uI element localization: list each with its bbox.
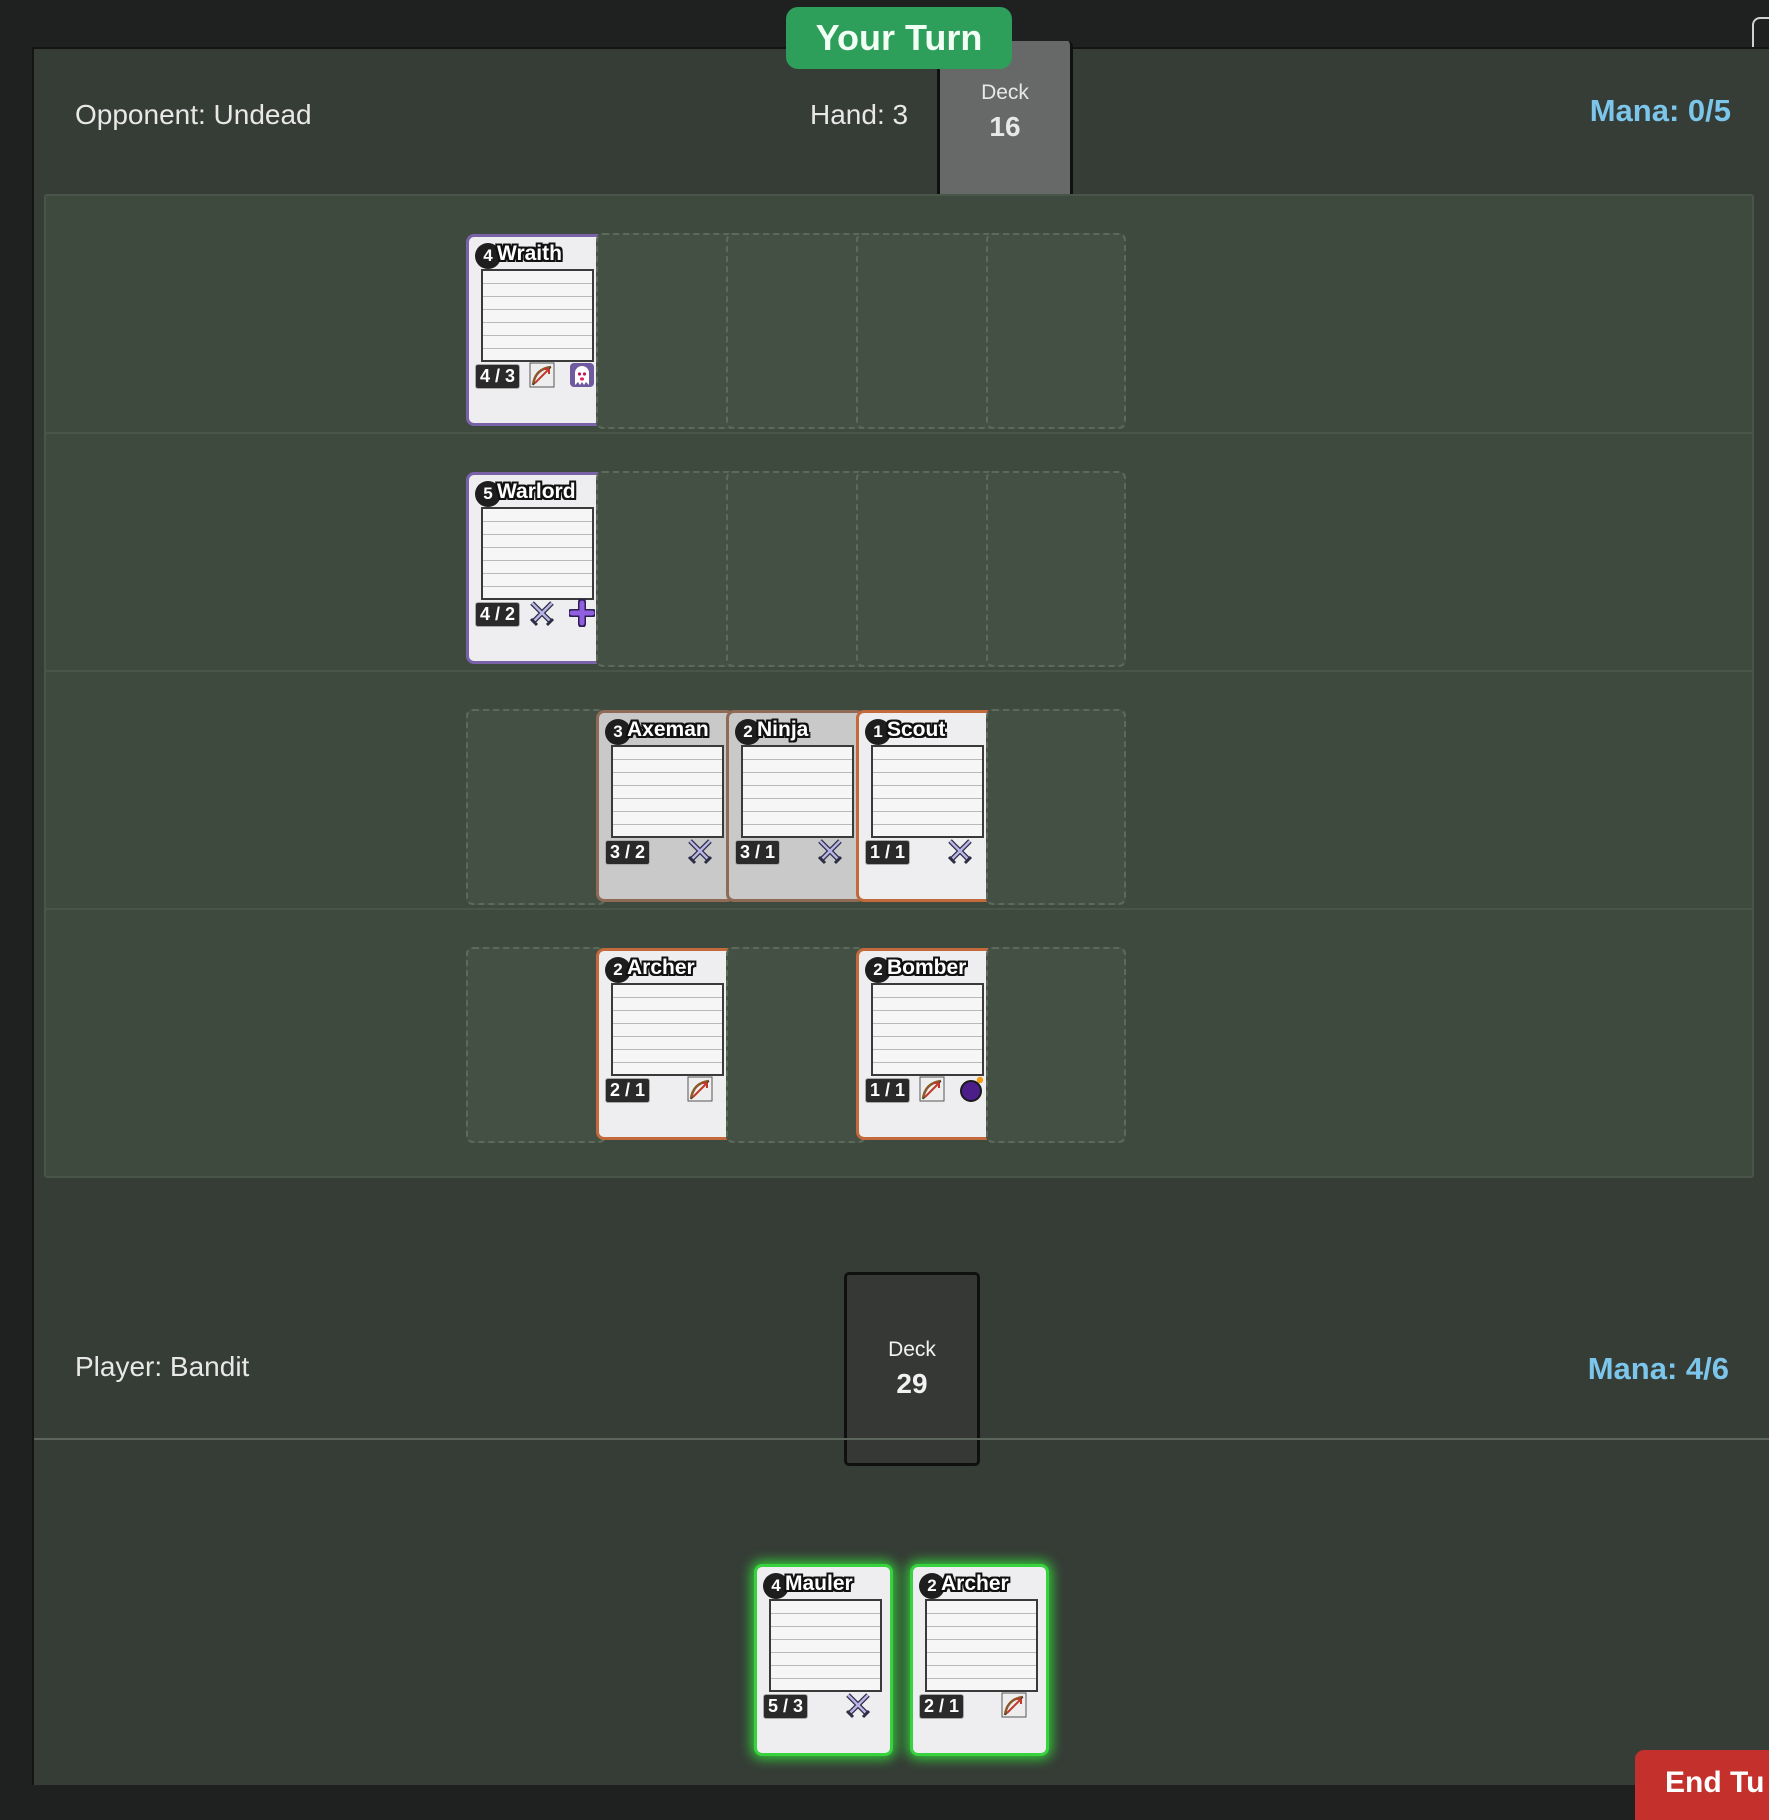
card-name: Archer <box>627 956 695 979</box>
card-name: Mauler <box>785 1572 853 1595</box>
card-name: Warlord <box>497 480 576 503</box>
lane-4: 2 Archer 2 / 1 2 Bomber 1 / 1 <box>44 908 1754 1178</box>
board-card-warlord[interactable]: 5 Warlord 4 / 2 <box>466 472 605 664</box>
empty-card-slot[interactable] <box>596 233 736 429</box>
player-hand: 4 Mauler 5 / 3 2 Archer 2 / 1 <box>34 1439 1769 1787</box>
deck-count: 16 <box>989 111 1021 142</box>
card-art <box>741 745 854 838</box>
card-art <box>611 745 724 838</box>
card-art <box>481 269 594 362</box>
board-card-archer[interactable]: 2 Archer 2 / 1 <box>596 948 735 1140</box>
card-name: Bomber <box>887 956 967 979</box>
player-mana: Mana: 4/6 <box>1587 1351 1729 1386</box>
plus-icon <box>569 599 595 627</box>
battlefield: 4 Wraith 4 / 3 5 Warlord 4 / 2 3 Axeman 3 / 2 2 Ni… <box>44 194 1754 1289</box>
empty-card-slot[interactable] <box>986 471 1126 667</box>
attack-health-stats: 1 / 1 <box>865 1078 911 1103</box>
card-art <box>925 1599 1038 1692</box>
card-art <box>769 1599 882 1692</box>
swords-icon <box>529 599 555 627</box>
attack-health-stats: 2 / 1 <box>919 1694 965 1719</box>
swords-icon <box>817 837 843 865</box>
board-card-scout[interactable]: 1 Scout 1 / 1 <box>856 710 995 902</box>
empty-card-slot[interactable] <box>466 709 606 905</box>
board-card-wraith[interactable]: 4 Wraith 4 / 3 <box>466 234 605 426</box>
empty-card-slot[interactable] <box>986 947 1126 1143</box>
attack-health-stats: 3 / 1 <box>735 840 781 865</box>
attack-health-stats: 2 / 1 <box>605 1078 651 1103</box>
card-art <box>481 507 594 600</box>
ghost-icon <box>569 361 595 389</box>
card-name: Axeman <box>627 718 709 741</box>
lane-3: 3 Axeman 3 / 2 2 Ninja 3 / 1 1 Scout 1 / 1 <box>44 670 1754 940</box>
bow-icon <box>529 361 555 389</box>
empty-card-slot[interactable] <box>986 233 1126 429</box>
card-name: Ninja <box>757 718 809 741</box>
empty-card-slot[interactable] <box>726 471 866 667</box>
board-card-ninja[interactable]: 2 Ninja 3 / 1 <box>726 710 865 902</box>
bomb-icon <box>959 1075 985 1103</box>
card-art <box>871 745 984 838</box>
bow-icon <box>687 1075 713 1103</box>
board-card-axeman[interactable]: 3 Axeman 3 / 2 <box>596 710 735 902</box>
attack-health-stats: 1 / 1 <box>865 840 911 865</box>
attack-health-stats: 3 / 2 <box>605 840 651 865</box>
end-turn-button[interactable]: End Tu <box>1635 1750 1769 1820</box>
empty-card-slot[interactable] <box>726 947 866 1143</box>
swords-icon <box>947 837 973 865</box>
hand-card-mauler[interactable]: 4 Mauler 5 / 3 <box>754 1564 893 1756</box>
card-name: Archer <box>941 1572 1009 1595</box>
deck-count: 29 <box>896 1368 928 1399</box>
opponent-hand-count: Hand: 3 <box>810 99 909 130</box>
hand-card-archer[interactable]: 2 Archer 2 / 1 <box>910 1564 1049 1756</box>
empty-card-slot[interactable] <box>986 709 1126 905</box>
bow-icon <box>1001 1691 1027 1719</box>
game-board-container: Opponent: Undead Hand: 3 Mana: 0/5 Deck … <box>32 41 1769 1787</box>
card-name: Scout <box>887 718 946 741</box>
opponent-mana: Mana: 0/5 <box>1589 93 1731 128</box>
card-art <box>611 983 724 1076</box>
empty-card-slot[interactable] <box>726 233 866 429</box>
opponent-name: Opponent: Undead <box>75 99 312 130</box>
player-deck[interactable]: Deck 29 <box>844 1272 980 1466</box>
attack-health-stats: 4 / 3 <box>475 364 521 389</box>
opponent-header: Opponent: Undead Hand: 3 Mana: 0/5 Deck … <box>34 41 1769 213</box>
board-card-bomber[interactable]: 2 Bomber 1 / 1 <box>856 948 995 1140</box>
empty-card-slot[interactable] <box>596 471 736 667</box>
lane-1: 4 Wraith 4 / 3 <box>44 194 1754 464</box>
attack-health-stats: 4 / 2 <box>475 602 521 627</box>
deck-label: Deck <box>888 1338 936 1361</box>
turn-indicator: Your Turn <box>786 7 1012 69</box>
player-name: Player: Bandit <box>75 1351 250 1382</box>
swords-icon <box>687 837 713 865</box>
swords-icon <box>845 1691 871 1719</box>
lane-2: 5 Warlord 4 / 2 <box>44 432 1754 702</box>
deck-label: Deck <box>981 81 1029 104</box>
card-name: Wraith <box>497 242 562 265</box>
card-art <box>871 983 984 1076</box>
empty-card-slot[interactable] <box>466 947 606 1143</box>
empty-card-slot[interactable] <box>856 233 996 429</box>
bow-icon <box>919 1075 945 1103</box>
empty-card-slot[interactable] <box>856 471 996 667</box>
attack-health-stats: 5 / 3 <box>763 1694 809 1719</box>
